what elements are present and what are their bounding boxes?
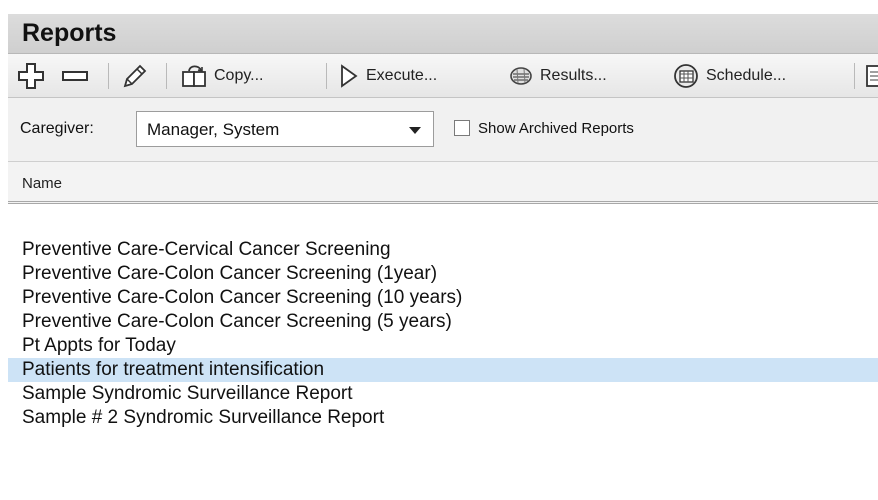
results-button[interactable]: Results... [508,54,607,98]
caregiver-selected-value: Manager, System [147,120,280,139]
pencil-icon [120,61,150,91]
window-title: Reports [22,19,117,47]
caregiver-label: Caregiver: [20,120,94,137]
toolbar: Copy... Execute... Results... Schedule..… [8,54,878,98]
copy-icon [180,62,208,90]
overflow-toolbar-button[interactable] [864,54,878,98]
results-icon [508,63,534,89]
remove-button[interactable] [60,54,90,98]
edit-button[interactable] [120,54,150,98]
copy-button-label: Copy... [214,67,264,84]
schedule-button[interactable]: Schedule... [672,54,786,98]
column-header-name[interactable]: Name [8,162,878,204]
report-row[interactable]: Preventive Care-Colon Cancer Screening (… [8,262,878,286]
toolbar-separator [166,63,167,89]
toolbar-separator [108,63,109,89]
minus-icon [60,61,90,91]
filter-bar: Caregiver: Manager, System Show Archived… [8,98,878,162]
report-row[interactable]: Patients for treatment intensification [8,358,878,382]
report-row[interactable]: Pt Appts for Today [8,334,878,358]
report-row[interactable]: Sample Syndromic Surveillance Report [8,382,878,406]
execute-button-label: Execute... [366,67,438,84]
results-button-label: Results... [540,67,607,84]
column-header-label: Name [22,175,63,192]
report-row[interactable]: Preventive Care-Cervical Cancer Screenin… [8,238,878,262]
execute-button[interactable]: Execute... [338,54,437,98]
title-bar: Reports [8,14,878,54]
show-archived-checkbox[interactable] [454,120,470,136]
show-archived-label[interactable]: Show Archived Reports [478,120,634,137]
plus-outline-icon [16,61,46,91]
play-icon [338,63,360,89]
report-row[interactable]: Sample # 2 Syndromic Surveillance Report [8,406,878,430]
report-row[interactable]: Preventive Care-Colon Cancer Screening (… [8,310,878,334]
document-icon [864,63,878,89]
schedule-button-label: Schedule... [706,67,787,84]
caregiver-dropdown[interactable]: Manager, System [136,111,434,147]
copy-button[interactable]: Copy... [180,54,264,98]
toolbar-separator [326,63,327,89]
chevron-down-icon [409,127,421,134]
report-row[interactable]: Preventive Care-Colon Cancer Screening (… [8,286,878,310]
reports-window: Reports Copy... Execute... Results... Sc… [0,0,878,500]
add-button[interactable] [16,54,46,98]
toolbar-separator [854,63,855,89]
schedule-icon [672,62,700,90]
report-list: Preventive Care-Cervical Cancer Screenin… [8,238,878,430]
